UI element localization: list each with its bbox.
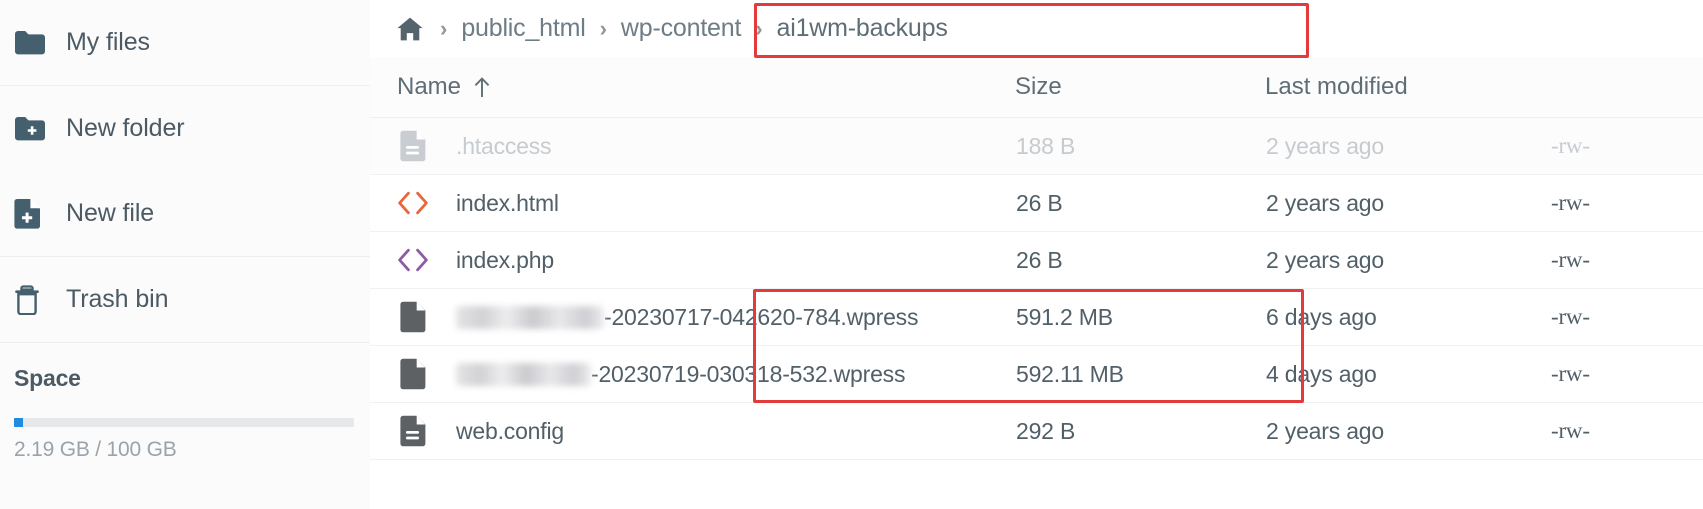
column-header-size[interactable]: Size — [1015, 57, 1265, 118]
breadcrumb: › public_html › wp-content › ai1wm-backu… — [384, 6, 958, 52]
cell-size: 188 B — [1015, 117, 1265, 175]
column-header-name[interactable]: Name — [370, 57, 1015, 118]
cell-last-modified: 4 days ago — [1265, 345, 1550, 403]
cell-permissions: -rw- — [1550, 288, 1703, 346]
sidebar-item-my-files[interactable]: My files — [0, 0, 370, 85]
file-lines-icon — [392, 415, 434, 447]
space-usage-text: 2.19 GB / 100 GB — [14, 438, 177, 461]
table-row[interactable]: index.php 26 B2 years ago -rw- — [370, 231, 1703, 289]
file-name-label[interactable]: web.config — [456, 418, 564, 445]
home-icon[interactable] — [396, 16, 424, 42]
file-name-label[interactable]: index.php — [456, 247, 554, 274]
cell-permissions: -rw- — [1550, 117, 1703, 175]
folder-icon — [14, 30, 54, 56]
cell-permissions: -rw- — [1550, 174, 1703, 232]
cell-name: .htaccess — [370, 117, 1015, 175]
breadcrumb-separator: › — [599, 15, 607, 41]
sidebar-group-create: New folder New file — [0, 86, 370, 257]
space-progress-bar — [14, 418, 354, 427]
column-header-name-label: Name — [397, 73, 462, 100]
file-name-label[interactable]: -20230717-042620-784.wpress — [604, 304, 918, 331]
table-row[interactable]: .htaccess 188 B2 years ago -rw- — [370, 117, 1703, 175]
sidebar-item-trash-bin[interactable]: Trash bin — [0, 257, 370, 342]
column-header-last-modified[interactable]: Last modified — [1265, 57, 1550, 118]
file-lines-icon — [392, 130, 434, 162]
table-row[interactable]: -20230717-042620-784.wpress 591.2 MB 6 day… — [370, 288, 1703, 346]
cell-name: -20230719-030318-532.wpress — [370, 345, 1015, 403]
sidebar-item-label: New file — [66, 199, 155, 227]
column-header-permissions[interactable] — [1550, 57, 1703, 118]
file-name-label[interactable]: index.html — [456, 190, 559, 217]
table-row[interactable]: index.html 26 B2 years ago -rw- — [370, 174, 1703, 232]
breadcrumb-item-wp-content[interactable]: wp-content — [621, 14, 741, 43]
cell-name: index.php — [370, 231, 1015, 289]
cell-name: index.html — [370, 174, 1015, 232]
arrow-up-icon — [473, 75, 491, 99]
sidebar-item-label: New folder — [66, 114, 185, 142]
cell-size: 591.2 MB — [1015, 288, 1265, 346]
file-list-body: .htaccess 188 B2 years ago -rw-index.html 2… — [370, 117, 1703, 460]
space-title: Space — [14, 365, 81, 391]
table-row[interactable]: web.config 292 B2 years ago -rw- — [370, 402, 1703, 460]
table-row[interactable]: -20230719-030318-532.wpress 592.11 MB 4 da… — [370, 345, 1703, 403]
sidebar: My files New folder New file Trash bin S… — [0, 0, 370, 509]
sidebar-item-new-file[interactable]: New file — [0, 171, 370, 256]
file-blank-icon — [392, 358, 434, 390]
file-name-label[interactable]: -20230719-030318-532.wpress — [591, 361, 905, 388]
file-list-table: Name Size Last modified .htaccess188 B2 — [370, 57, 1703, 460]
code-brackets-icon — [392, 248, 434, 272]
cell-last-modified: 2 years ago — [1265, 174, 1550, 232]
cell-last-modified: 2 years ago — [1265, 231, 1550, 289]
breadcrumb-separator: › — [755, 15, 763, 41]
cell-size: 292 B — [1015, 402, 1265, 460]
breadcrumb-item-ai1wm-backups[interactable]: ai1wm-backups — [777, 14, 948, 43]
space-usage-panel: Space 2.19 GB / 100 GB — [0, 343, 370, 462]
cell-size: 26 B — [1015, 174, 1265, 232]
space-progress-fill — [14, 418, 23, 427]
trash-icon — [14, 284, 54, 315]
breadcrumb-separator: › — [440, 15, 448, 41]
file-plus-icon — [14, 198, 54, 229]
sidebar-group-files: My files — [0, 0, 370, 86]
cell-permissions: -rw- — [1550, 231, 1703, 289]
cell-size: 26 B — [1015, 231, 1265, 289]
file-manager: My files New folder New file Trash bin S… — [0, 0, 1703, 509]
cell-name: -20230717-042620-784.wpress — [370, 288, 1015, 346]
file-name-label[interactable]: .htaccess — [456, 133, 552, 160]
cell-permissions: -rw- — [1550, 345, 1703, 403]
cell-last-modified: 2 years ago — [1265, 117, 1550, 175]
cell-name: web.config — [370, 402, 1015, 460]
table-header-row: Name Size Last modified — [370, 57, 1703, 118]
code-brackets-icon — [392, 191, 434, 215]
redacted-filename-block — [456, 305, 604, 329]
redacted-filename-block — [456, 362, 591, 386]
breadcrumb-item-public-html[interactable]: public_html — [461, 14, 585, 43]
breadcrumb-bar: › public_html › wp-content › ai1wm-backu… — [370, 0, 1703, 57]
sidebar-item-new-folder[interactable]: New folder — [0, 86, 370, 171]
file-blank-icon — [392, 301, 434, 333]
folder-plus-icon — [14, 116, 54, 142]
sidebar-item-label: Trash bin — [66, 285, 169, 313]
sidebar-item-label: My files — [66, 28, 150, 56]
main-panel: › public_html › wp-content › ai1wm-backu… — [370, 0, 1703, 509]
cell-last-modified: 6 days ago — [1265, 288, 1550, 346]
cell-last-modified: 2 years ago — [1265, 402, 1550, 460]
cell-permissions: -rw- — [1550, 402, 1703, 460]
sidebar-group-trash: Trash bin — [0, 257, 370, 343]
cell-size: 592.11 MB — [1015, 345, 1265, 403]
